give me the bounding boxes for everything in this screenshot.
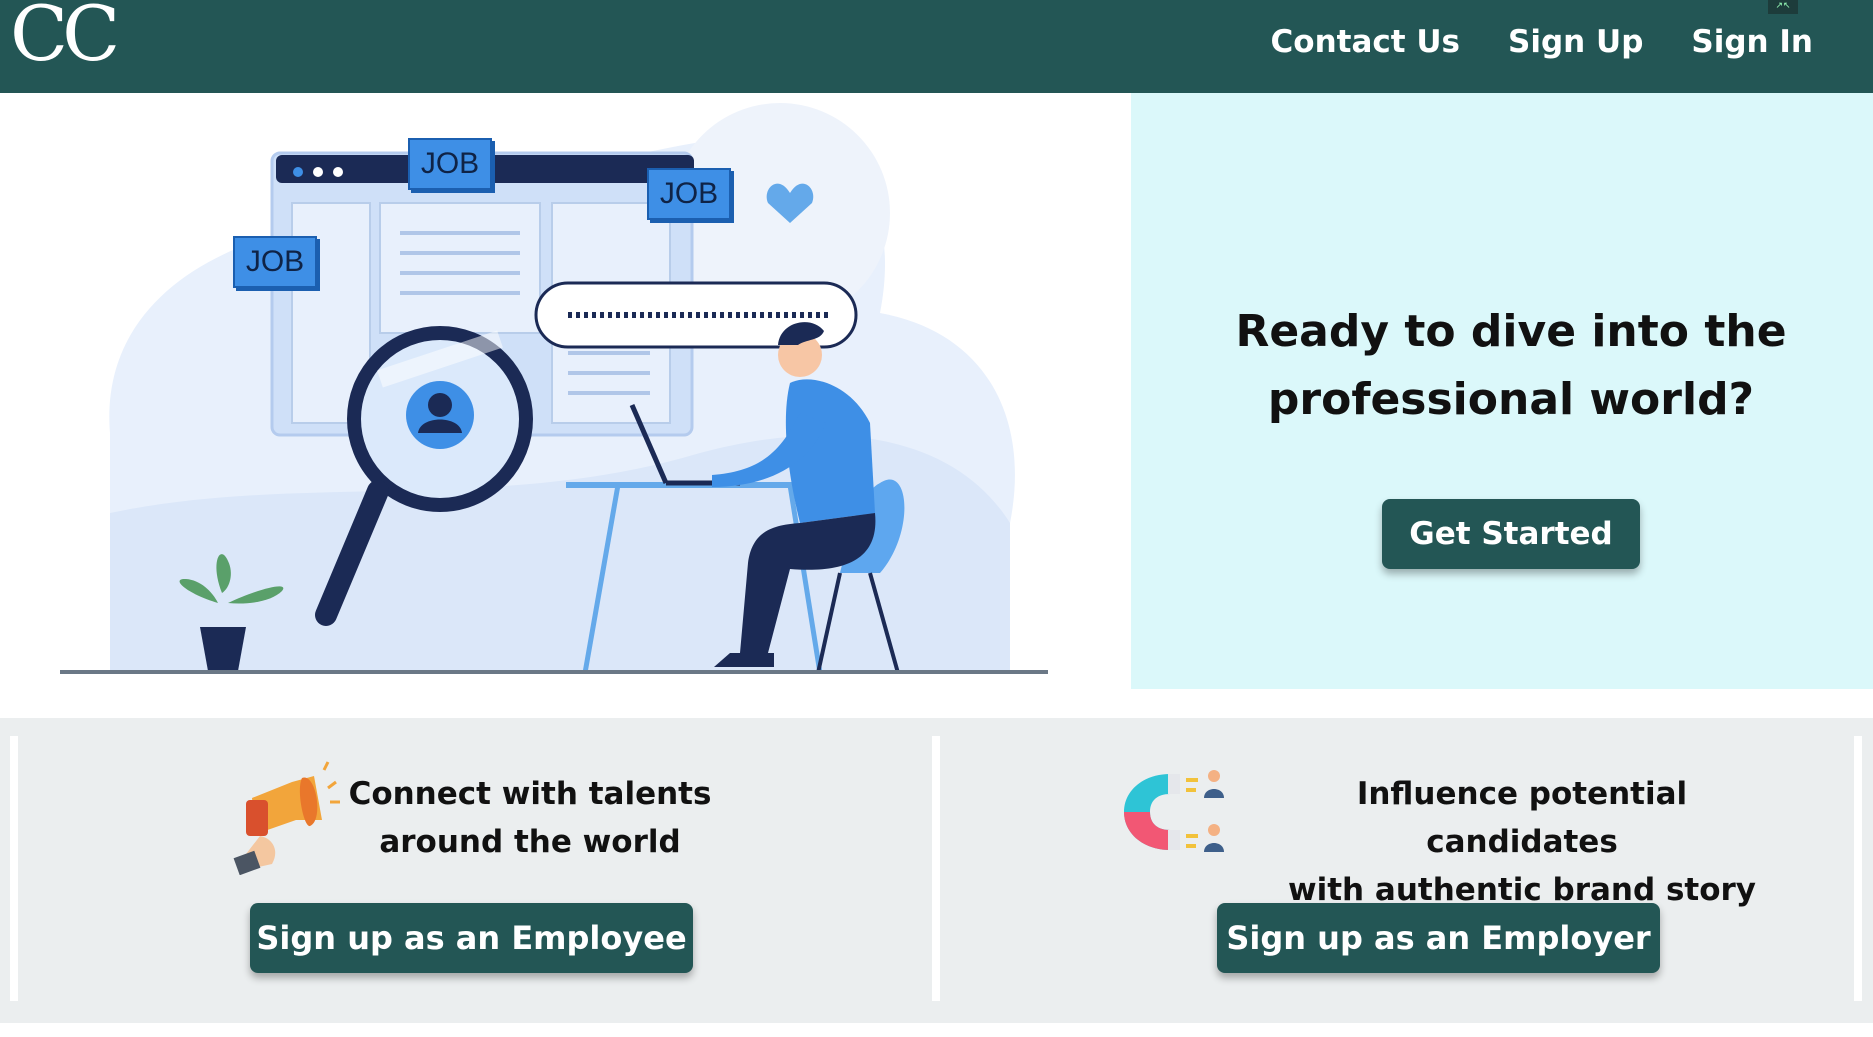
job-tag: JOB [408, 138, 492, 190]
logo[interactable]: CC [10, 0, 120, 72]
signup-employee-button[interactable]: Sign up as an Employee [250, 903, 693, 973]
nav-contact-us[interactable]: Contact Us [1271, 24, 1460, 60]
job-tag-label: JOB [659, 177, 719, 210]
employee-title-line1: Connect with talents [348, 776, 712, 812]
nav-sign-up[interactable]: Sign Up [1508, 24, 1643, 60]
hero-illustration: JOB JOB JOB [0, 93, 1131, 691]
megaphone-icon [233, 761, 340, 875]
magnet-icon [1124, 770, 1224, 852]
signup-section: Connect with talents around the world Si… [0, 718, 1873, 1023]
get-started-button[interactable]: Get Started [1382, 499, 1640, 569]
employee-title: Connect with talents around the world [340, 770, 720, 866]
nav-links: Contact Us Sign Up Sign In [1271, 24, 1813, 60]
job-tag-label: JOB [245, 245, 305, 278]
employer-title: Influence potential candidates with auth… [1262, 770, 1782, 914]
top-navbar: CC ↗↖ Contact Us Sign Up Sign In [0, 0, 1873, 93]
employee-title-line2: around the world [379, 824, 681, 860]
job-tag: JOB [647, 168, 731, 220]
signup-employer-button[interactable]: Sign up as an Employer [1217, 903, 1660, 973]
divider [1854, 736, 1862, 1001]
hero-panel: Ready to dive into the professional worl… [1131, 93, 1873, 689]
hero-title: Ready to dive into the professional worl… [1235, 306, 1787, 425]
employer-title-line1: Influence potential candidates [1356, 776, 1688, 860]
divider [10, 736, 18, 1001]
job-search-illustration [60, 103, 1048, 674]
collapse-icon[interactable]: ↗↖ [1768, 0, 1798, 14]
job-tag-label: JOB [420, 147, 480, 180]
nav-sign-in[interactable]: Sign In [1691, 24, 1813, 60]
divider [932, 736, 940, 1001]
job-tag: JOB [233, 236, 317, 288]
